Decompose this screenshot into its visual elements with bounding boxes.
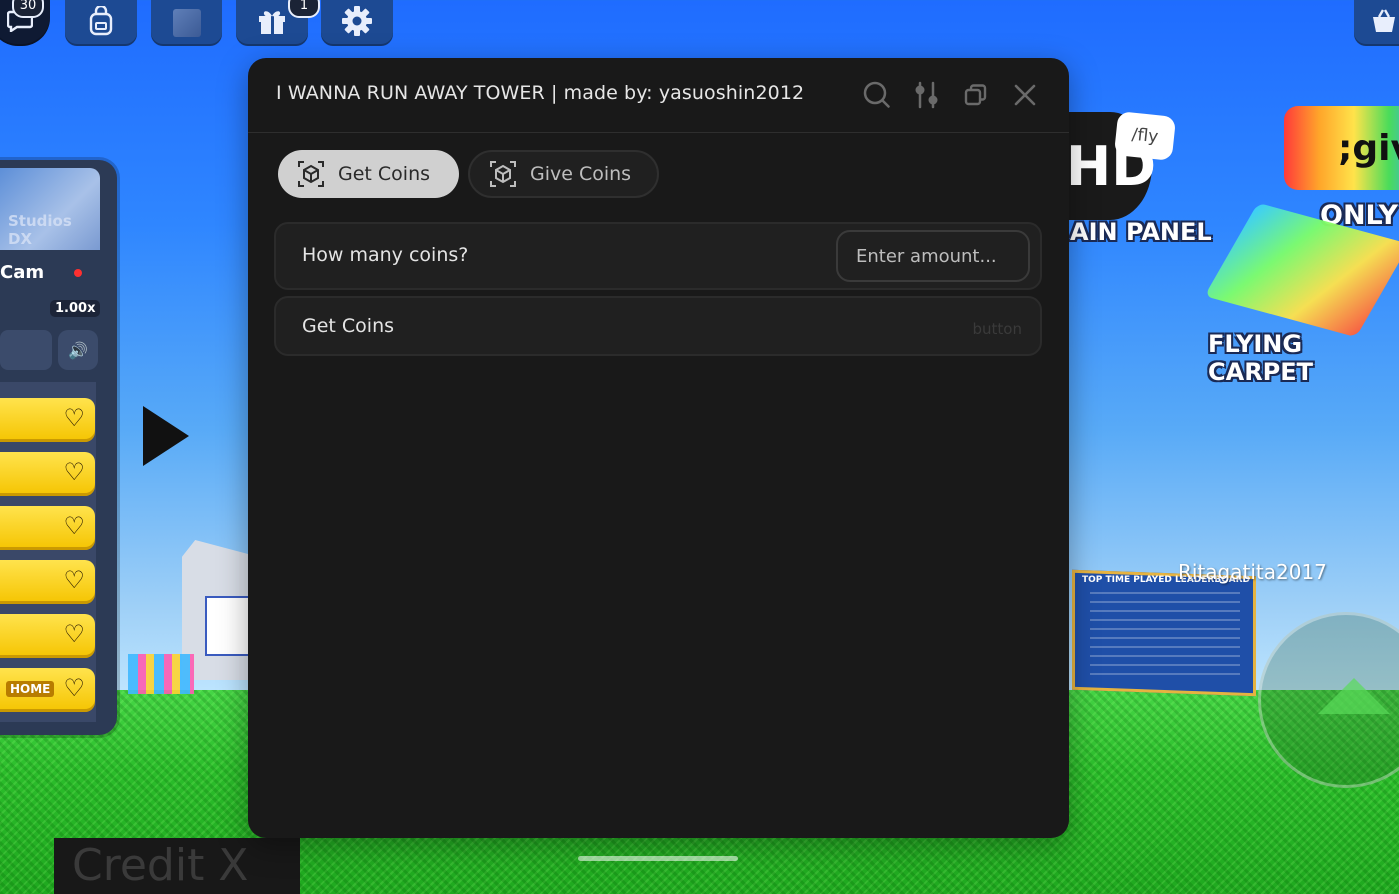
tab-give-coins[interactable]: Give Coins — [468, 150, 659, 198]
jump-arrow-icon — [1318, 678, 1390, 714]
settings-sliders-button[interactable] — [909, 77, 945, 113]
volume-button[interactable]: 🔊 — [58, 330, 98, 370]
home-tag: HOME — [6, 681, 55, 697]
avatar-button[interactable] — [151, 0, 222, 46]
favorite-item[interactable]: ♡ — [0, 452, 95, 496]
chat-badge: 30 — [12, 0, 44, 18]
tab-label: Get Coins — [338, 163, 431, 185]
sliders-icon — [915, 81, 938, 109]
home-indicator[interactable] — [578, 856, 738, 861]
scenery-gifts — [128, 654, 194, 694]
heart-icon[interactable]: ♡ — [63, 460, 85, 484]
favorites-list: ♡ ♡ ♡ ♡ ♡ HOME ♡ — [0, 382, 96, 722]
panel-sign-text: AIN PANEL — [1070, 218, 1212, 246]
heart-icon[interactable]: ♡ — [63, 622, 85, 646]
backpack-button[interactable] — [65, 0, 137, 46]
copy-window-icon — [964, 84, 987, 106]
coins-amount-input[interactable] — [836, 230, 1030, 282]
credit-label: Credit X — [54, 838, 300, 894]
gift-button[interactable]: 1 — [236, 0, 320, 46]
gift-badge: 1 — [288, 0, 320, 18]
studio-title: Studios DX — [8, 212, 72, 248]
settings-button[interactable] — [321, 0, 393, 46]
cube-icon — [488, 159, 518, 189]
cube-icon — [296, 159, 326, 189]
favorite-item[interactable]: ♡ — [0, 506, 95, 550]
scenery-sign — [205, 596, 252, 656]
favorite-item[interactable]: ♡ — [0, 560, 95, 604]
window-title: I WANNA RUN AWAY TOWER | made by: yasuos… — [276, 82, 805, 104]
leaderboard-rows — [1090, 592, 1240, 676]
close-icon — [1014, 84, 1036, 106]
play-arrow-icon[interactable] — [143, 406, 189, 466]
favorite-item[interactable]: ♡ — [0, 614, 95, 658]
heart-icon[interactable]: ♡ — [63, 406, 85, 430]
heart-icon[interactable]: ♡ — [63, 514, 85, 538]
flying-carpet-label: FLYING CARPET — [1208, 330, 1314, 386]
favorite-item[interactable]: ♡ — [0, 398, 95, 442]
backpack-icon — [87, 4, 115, 41]
speed-slider[interactable] — [0, 330, 52, 370]
tab-label: Give Coins — [530, 163, 632, 185]
shop-button[interactable] — [1354, 0, 1399, 46]
player-name-tag: Ritagatita2017 — [1178, 560, 1327, 584]
heart-icon[interactable]: ♡ — [63, 676, 85, 700]
speed-label: 1.00x — [50, 300, 101, 317]
minimize-button[interactable] — [958, 77, 994, 113]
tab-get-coins[interactable]: Get Coins — [278, 150, 459, 198]
title-bar[interactable]: I WANNA RUN AWAY TOWER | made by: yasuos… — [248, 58, 1069, 133]
giv-command-text: ;giv — [1338, 128, 1399, 169]
cam-label: Cam — [0, 262, 45, 283]
get-coins-button[interactable]: Get Coins button — [274, 296, 1042, 356]
get-coins-label: Get Coins — [302, 315, 395, 337]
gift-icon — [256, 5, 288, 42]
studio-banner: Studios DX — [0, 168, 100, 250]
coins-amount-label: How many coins? — [302, 244, 469, 266]
avatar-thumbnail-icon — [172, 9, 201, 37]
search-button[interactable] — [859, 77, 895, 113]
heart-icon[interactable]: ♡ — [63, 568, 85, 592]
game-side-panel: Studios DX Cam 1.00x 🔊 ♡ ♡ ♡ ♡ ♡ HOME ♡ — [0, 160, 117, 735]
button-hint: button — [972, 320, 1022, 338]
favorite-item-home[interactable]: HOME ♡ — [0, 668, 95, 712]
coins-amount-row: How many coins? — [274, 222, 1042, 290]
gear-icon — [341, 5, 373, 42]
speaker-icon: 🔊 — [68, 340, 88, 360]
chat-button[interactable]: 30 — [0, 0, 50, 46]
script-window: I WANNA RUN AWAY TOWER | made by: yasuos… — [248, 58, 1069, 838]
search-icon — [863, 81, 890, 108]
fly-chat-bubble: /fly — [1113, 111, 1177, 161]
record-indicator — [74, 269, 82, 277]
close-button[interactable] — [1007, 77, 1043, 113]
basket-icon — [1370, 7, 1398, 40]
